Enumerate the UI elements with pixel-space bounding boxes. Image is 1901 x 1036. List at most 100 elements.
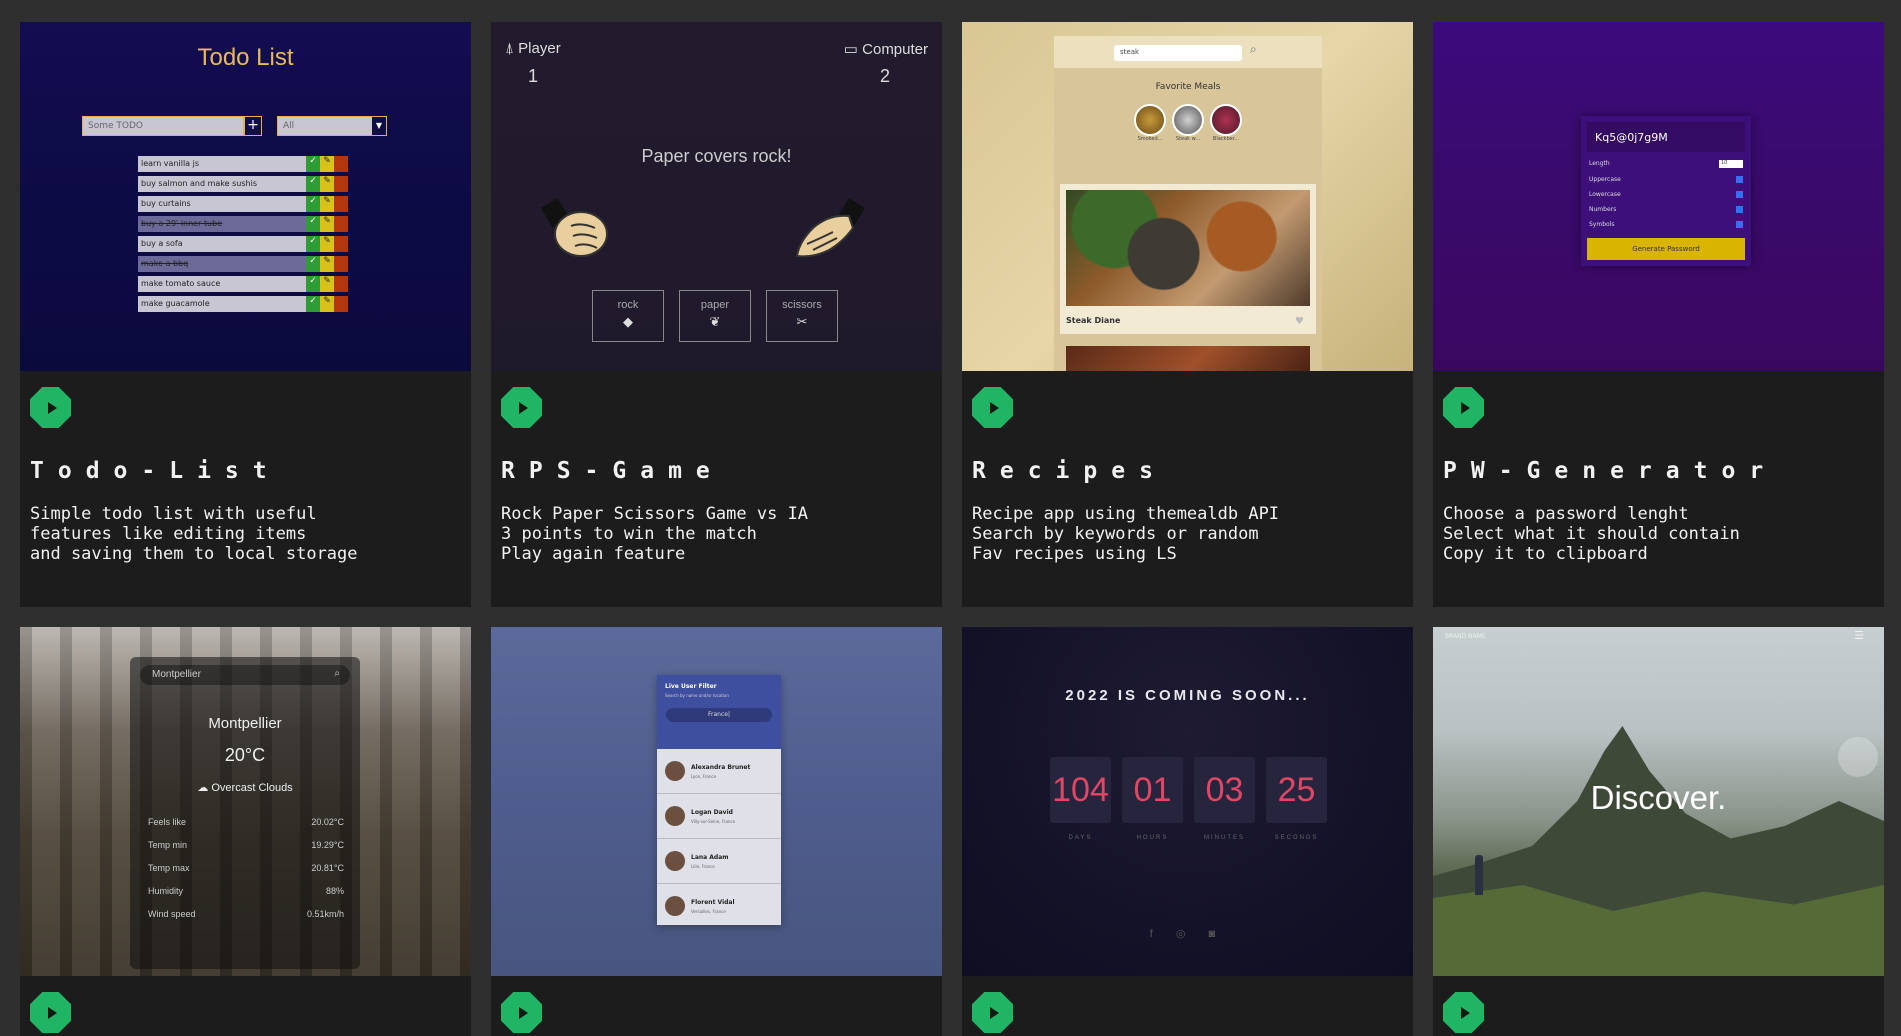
countdown-unit: 01 HOURS [1122,757,1183,841]
player-score: 1 [528,66,539,86]
gem-icon: ◆ [623,314,633,329]
play-icon[interactable] [501,387,542,428]
edit-icon: ✎ [320,216,334,232]
edit-icon: ✎ [320,256,334,272]
check-icon: ✓ [306,256,320,272]
project-description: Choose a password lenght Select what it … [1443,504,1740,564]
search-icon: ⌕ [1250,42,1257,56]
avatar [665,851,685,871]
stat-label: Humidity [148,886,184,896]
favorite-meal: Steak w... [1172,104,1204,142]
edit-icon: ✎ [320,236,334,252]
recipe-header: steak ⌕ [1054,36,1322,68]
stat-value: 19.29°C [311,840,344,850]
brand-name: BRAND NAME [1445,633,1486,640]
play-icon[interactable] [30,387,71,428]
edit-icon: ✎ [320,296,334,312]
option-row: Lowercase [1587,191,1745,198]
todo-input: Some TODO [82,116,244,136]
recipe-search-input: steak [1114,45,1242,61]
todo-item: buy curtains ✓ ✎ [138,196,348,212]
favorites-list: Smoked... Steak w... Blackber... [1134,104,1242,142]
project-card-discover: BRAND NAME ☰ Discover. [1433,627,1884,1036]
todo-item: make a bbq ✓ ✎ [138,256,348,272]
countdown-value: 03 [1194,757,1255,823]
password-output: Kq5@0j7g9M [1587,122,1745,152]
todo-preview[interactable]: Todo List Some TODO + All ▼ learn vanilla… [20,22,471,371]
countdown-preview[interactable]: 2022 IS COMING SOON... 104 DAYS 01 HOURS 0… [962,627,1413,976]
computer-score: 2 [879,66,890,86]
round-result: Paper covers rock! [641,146,792,166]
stat-value: 20.81°C [311,863,344,873]
play-icon[interactable] [1443,387,1484,428]
card-body: PW-Generator Choose a password lenght Se… [1433,371,1884,607]
social-icons: f ◎ ◙ [1149,928,1226,940]
favorites-heading: Favorite Meals [1155,82,1221,92]
card-body [20,976,471,1036]
play-icon[interactable] [972,387,1013,428]
weather-preview[interactable]: Montpellier ⌕ Montpellier 20°C ☁ Overcast… [20,627,471,976]
recipe-app: steak ⌕ Favorite Meals Smoked... Steak w… [1054,36,1322,371]
user-row: Alexandra Brunet Lyon, France [657,749,781,794]
trash-icon [334,256,348,272]
checkbox [1736,176,1743,183]
checkbox [1736,206,1743,213]
card-body [962,976,1413,1036]
pw-generator-preview[interactable]: Kq5@0j7g9M Length 10 Uppercase Lowercase … [1433,22,1884,371]
countdown-label: DAYS [1068,835,1093,841]
recipes-preview[interactable]: steak ⌕ Favorite Meals Smoked... Steak w… [962,22,1413,371]
user-filter-preview[interactable]: Live User Filter Search by name and/or l… [491,627,942,976]
countdown-label: HOURS [1136,835,1169,841]
project-card-rps-game: ⍋ Player ▭ Computer 1 2 Paper covers roc… [491,22,942,607]
discover-preview[interactable]: BRAND NAME ☰ Discover. [1433,627,1884,976]
countdown-unit: 03 MINUTES [1194,757,1255,841]
avatar [665,806,685,826]
project-title: Todo-List [30,458,281,484]
rock-button-label: rock [617,299,639,311]
countdown-value: 01 [1122,757,1183,823]
project-card-recipes: steak ⌕ Favorite Meals Smoked... Steak w… [962,22,1413,607]
play-icon[interactable] [972,992,1013,1033]
leaf-icon: ❦ [709,314,721,329]
play-icon[interactable] [1443,992,1484,1033]
favorite-meal-name: Blackber... [1212,136,1240,142]
countdown-label: SECONDS [1274,835,1319,841]
play-icon[interactable] [501,992,542,1033]
play-icon[interactable] [30,992,71,1033]
countdown-unit: 104 DAYS [1050,757,1111,841]
checkbox [1736,221,1743,228]
project-title: Recipes [972,458,1167,484]
favorite-meal-name: Steak w... [1175,136,1201,142]
computer-label-text: Computer [862,41,928,58]
rps-preview[interactable]: ⍋ Player ▭ Computer 1 2 Paper covers roc… [491,22,942,371]
todo-item: make tomato sauce ✓ ✎ [138,276,348,292]
moon-shape [1838,737,1878,777]
project-card-weather: Montpellier ⌕ Montpellier 20°C ☁ Overcast… [20,627,471,1036]
rock-button[interactable]: rock ◆ [592,290,664,342]
stat-label: Wind speed [148,909,196,919]
trash-icon [334,216,348,232]
fist-hand-icon [541,198,608,257]
countdown-heading: 2022 IS COMING SOON... [1065,687,1310,704]
todo-item: make guacamole ✓ ✎ [138,296,348,312]
user-filter-heading: Live User Filter [665,683,717,690]
length-label: Length [1589,160,1610,167]
weather-stat: Temp max 20.81°C [148,863,344,886]
meal-name-text: Steak Diane [1066,316,1121,325]
project-card-pw-generator: Kq5@0j7g9M Length 10 Uppercase Lowercase … [1433,22,1884,607]
scissors-button[interactable]: scissors ✂ [766,290,838,342]
paper-button[interactable]: paper ❦ [679,290,751,342]
favorite-meal: Blackber... [1210,104,1242,142]
user-name: Alexandra Brunet [691,763,751,771]
option-label: Uppercase [1589,176,1621,183]
trash-icon [334,236,348,252]
option-label: Numbers [1589,206,1617,213]
check-icon: ✓ [306,236,320,252]
trash-icon [334,296,348,312]
todo-item: learn vanilla js ✓ ✎ [138,156,348,172]
todo-item: buy a 29' inner tube ✓ ✎ [138,216,348,232]
card-body: RPS-Game Rock Paper Scissors Game vs IA … [491,371,942,607]
todo-item-text: make a bbq [138,256,306,272]
option-row: Symbols [1587,221,1745,228]
user-row: Logan David Villy-sur-Seine, France [657,794,781,839]
